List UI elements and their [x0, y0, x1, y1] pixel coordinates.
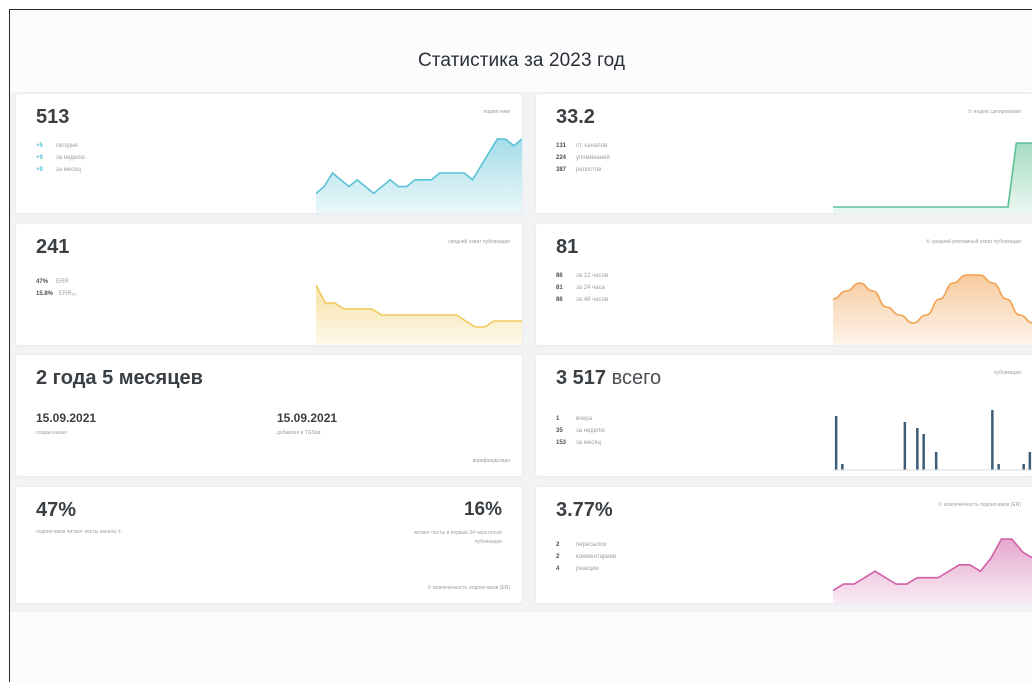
avg-reach-chart[interactable]: [316, 279, 522, 345]
er-value: 3.77%: [556, 499, 613, 521]
posts-total: 3 517 всего: [556, 367, 662, 389]
avg-reach-stats: 47% ERR 15.8% ERR₂₄: [36, 276, 76, 300]
engagement-value: 47%: [36, 499, 77, 521]
subscribers-chart[interactable]: [316, 133, 522, 213]
engagement-footer: ① вовлечённость подписчиков (ER): [427, 585, 510, 591]
avg-reach-card[interactable]: 241 средний охват публикации 47% ERR 15.8…: [16, 224, 522, 345]
engagement-desc: подписчиков читают посты канала ①: [36, 529, 122, 535]
stat-posts-month: 153 за месяц: [556, 440, 601, 446]
stat-reposts: 387 репостов: [556, 167, 602, 173]
chart-line: [833, 142, 1032, 208]
post-count-bar: [997, 464, 1000, 470]
er-stats: 2 пересылок 2 комментариев 4 реакции: [556, 539, 616, 575]
stat-err: 47% ERR: [36, 279, 69, 285]
stat-err24: 15.8% ERR₂₄: [36, 291, 77, 297]
engagement-24h-value: 16%: [463, 499, 502, 520]
screenshot-frame: Статистика за 2023 год 513 подписчики +5…: [9, 9, 1032, 682]
citation-chart[interactable]: [833, 137, 1032, 213]
verified-label: верифицирован: [472, 458, 510, 464]
stat-mentions: 224 упоминаний: [556, 155, 610, 161]
citation-tag: ① индекс цитирования: [967, 109, 1021, 115]
post-count-bar: [916, 428, 919, 470]
ad-reach-stats: 86 за 12 часов 81 за 24 часа 86 за 48 часов: [556, 270, 608, 306]
added-date-block: 15.09.2021 добавлен в TGStat: [277, 411, 337, 436]
stat-24h: 81 за 24 часа: [556, 285, 605, 291]
er-chart[interactable]: [833, 533, 1032, 603]
post-count-bar: [841, 464, 844, 470]
post-count-bar: [934, 452, 938, 470]
stat-forwards: 2 пересылок: [556, 542, 607, 548]
er-card[interactable]: 3.77% ① вовлечённость подписчиков (ER) 2…: [536, 487, 1032, 603]
post-count-bar: [834, 416, 838, 470]
posts-stats: 1 вчера 35 за неделю 153 за месяц: [556, 413, 605, 449]
chart-area: [833, 539, 1032, 603]
stat-yesterday: 1 вчера: [556, 416, 593, 422]
avg-reach-value: 241: [36, 236, 70, 258]
stat-comments: 2 комментариев: [556, 554, 617, 560]
stat-reactions: 4 реакции: [556, 566, 599, 572]
post-count-bar: [991, 410, 994, 470]
subscribers-count: 513: [36, 106, 70, 128]
stat-week: +9 за неделю: [36, 155, 85, 161]
created-date-block: 15.09.2021 создан канал: [36, 411, 96, 436]
stat-month: +9 за месяц: [36, 167, 81, 173]
stat-today: +5 сегодня: [36, 143, 78, 149]
ad-reach-value: 81: [556, 236, 579, 258]
subscribers-card[interactable]: 513 подписчики +5 сегодня +9 за неделю +9 з…: [16, 94, 522, 213]
engagement-24h-desc: читают посты в первые 24 часа после публ…: [413, 530, 502, 545]
post-count-bar: [1028, 452, 1032, 470]
citation-card[interactable]: 33.2 ① индекс цитирования 131 ст. каналов…: [536, 94, 1032, 213]
citation-index: 33.2: [556, 106, 595, 128]
channel-age: 2 года 5 месяцев: [36, 367, 203, 389]
ad-reach-card[interactable]: 81 ① средний рекламный охват публикации …: [536, 224, 1032, 345]
subscribers-stats: +5 сегодня +9 за неделю +9 за месяц: [36, 140, 85, 176]
ad-reach-chart[interactable]: [833, 269, 1032, 345]
post-count-bar: [903, 422, 907, 470]
subscribers-tag: подписчики: [483, 109, 510, 115]
stat-12h: 86 за 12 часов: [556, 273, 609, 279]
posts-card[interactable]: 3 517 всего публикации 1 вчера 35 за недел…: [536, 355, 1032, 476]
posts-chart[interactable]: [833, 404, 1032, 476]
ad-reach-tag: ① средний рекламный охват публикации: [925, 239, 1021, 245]
er-tag: ① вовлечённость подписчиков (ER): [938, 502, 1021, 508]
post-count-bar: [1022, 464, 1025, 470]
added-date-label: добавлен в TGStat: [277, 430, 321, 436]
stat-channels: 131 ст. каналов: [556, 143, 608, 149]
avg-reach-tag: средний охват публикации: [448, 239, 510, 245]
page-title: Статистика за 2023 год: [417, 50, 626, 71]
channel-age-card[interactable]: 2 года 5 месяцев 15.09.2021 создан канал…: [16, 355, 522, 476]
added-date: 15.09.2021: [277, 411, 338, 425]
created-date-label: создан канал: [36, 430, 67, 436]
engagement-card[interactable]: 47% подписчиков читают посты канала ① 16…: [16, 487, 522, 603]
stat-48h: 86 за 48 часов: [556, 297, 609, 303]
stat-posts-week: 35 за неделю: [556, 428, 605, 434]
post-count-bar: [922, 434, 925, 470]
created-date: 15.09.2021: [36, 411, 97, 425]
citation-stats: 131 ст. каналов 224 упоминаний 387 репостов: [556, 140, 610, 176]
posts-tag: публикации: [993, 370, 1021, 376]
chart-area: [833, 143, 1032, 213]
